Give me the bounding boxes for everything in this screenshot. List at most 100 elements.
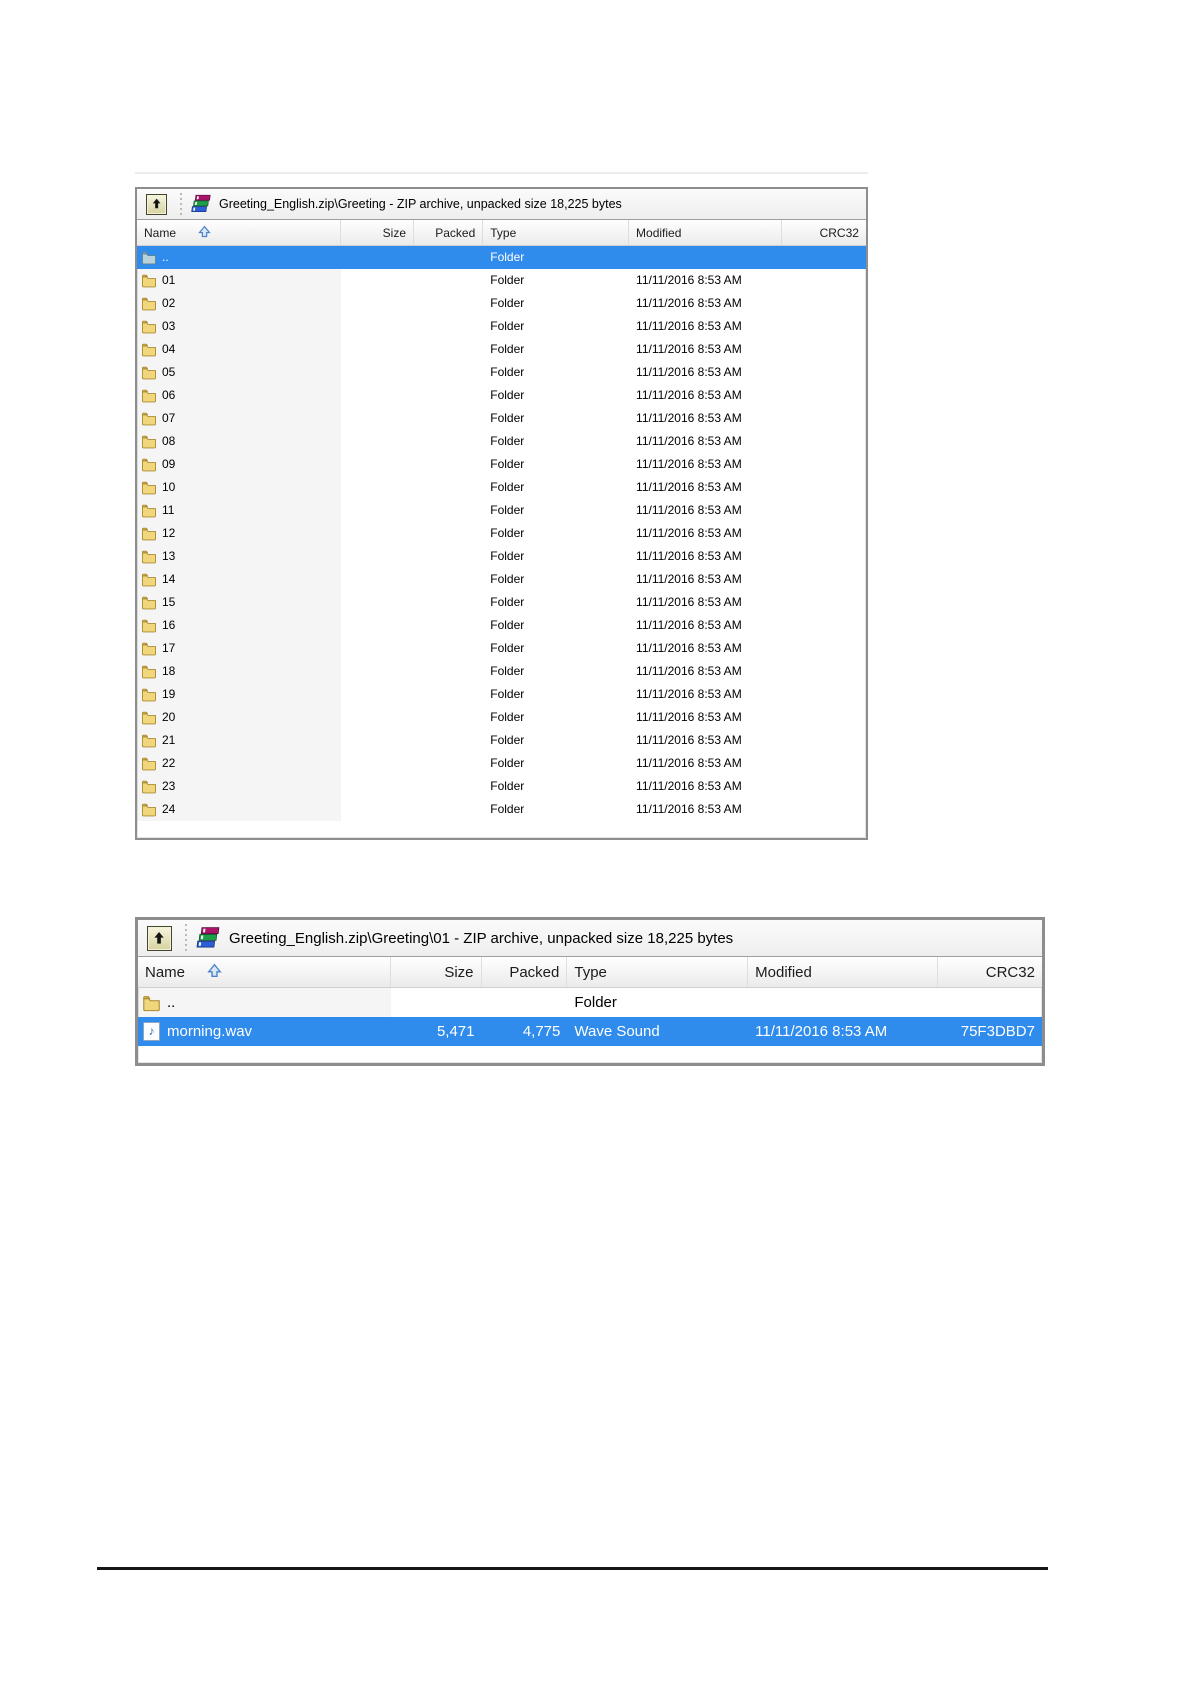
column-headers: Name Size Packed Type Modified CRC32 [137,220,866,246]
up-arrow-icon [154,931,165,944]
file-name-label: .. [167,994,176,1011]
file-row-01[interactable]: 01 Folder 11/11/2016 8:53 AM [137,269,866,292]
cell-modified: 11/11/2016 8:53 AM [636,296,742,310]
cell-size [341,660,414,683]
file-name-label: 18 [162,664,176,678]
up-one-level-button[interactable] [147,925,172,951]
folder-icon [141,641,157,656]
cell-modified: 11/11/2016 8:53 AM [636,319,742,333]
file-row-14[interactable]: 14 Folder 11/11/2016 8:53 AM [137,568,866,591]
file-row-06[interactable]: 06 Folder 11/11/2016 8:53 AM [137,384,866,407]
file-row-19[interactable]: 19 Folder 11/11/2016 8:53 AM [137,683,866,706]
file-row-20[interactable]: 20 Folder 11/11/2016 8:53 AM [137,706,866,729]
column-header-crc32[interactable]: CRC32 [938,957,1042,987]
file-row-22[interactable]: 22 Folder 11/11/2016 8:53 AM [137,752,866,775]
sort-ascending-icon [207,963,222,982]
cell-crc [782,338,866,361]
cell-size [341,499,414,522]
file-row-17[interactable]: 17 Folder 11/11/2016 8:53 AM [137,637,866,660]
cell-type: Folder [490,802,525,816]
cell-type: Folder [490,250,525,264]
file-row-07[interactable]: 07 Folder 11/11/2016 8:53 AM [137,407,866,430]
column-header-name[interactable]: Name [138,957,392,987]
column-header-type[interactable]: Type [483,220,630,245]
folder-icon [141,756,157,771]
cell-packed [414,292,483,315]
cell-modified [629,246,782,269]
file-name-label: 16 [162,618,176,632]
file-name-label: 22 [162,756,176,770]
cell-crc [782,453,866,476]
file-row-09[interactable]: 09 Folder 11/11/2016 8:53 AM [137,453,866,476]
column-header-modified[interactable]: Modified [629,220,783,245]
file-row-08[interactable]: 08 Folder 11/11/2016 8:53 AM [137,430,866,453]
up-one-level-button[interactable] [146,193,167,215]
cell-name: 12 [137,522,342,545]
cell-type: Folder [490,319,525,333]
cell-packed [414,591,483,614]
toolbar-grip [184,924,187,952]
file-row-11[interactable]: 11 Folder 11/11/2016 8:53 AM [137,499,866,522]
column-header-modified[interactable]: Modified [748,957,938,987]
cell-packed: 4,775 [522,1023,561,1040]
file-list: .. Folder ♪ morning.wav 5,471 4,775 Wave Sound… [138,988,1042,1046]
file-name-label: 23 [162,779,176,793]
cell-modified: 11/11/2016 8:53 AM [636,664,742,678]
file-name-label: 11 [162,503,175,517]
column-header-size[interactable]: Size [391,957,482,987]
cell-packed [414,269,483,292]
cell-name: 23 [137,775,342,798]
file-row-02[interactable]: 02 Folder 11/11/2016 8:53 AM [137,292,866,315]
cell-type: Folder [490,434,525,448]
file-row-13[interactable]: 13 Folder 11/11/2016 8:53 AM [137,545,866,568]
file-row-23[interactable]: 23 Folder 11/11/2016 8:53 AM [137,775,866,798]
file-row-morning.wav[interactable]: ♪ morning.wav 5,471 4,775 Wave Sound 11/11/20… [138,1017,1042,1046]
cell-size [341,292,414,315]
file-name-label: 21 [162,733,176,747]
file-row-16[interactable]: 16 Folder 11/11/2016 8:53 AM [137,614,866,637]
file-name-label: 20 [162,710,176,724]
file-row-15[interactable]: 15 Folder 11/11/2016 8:53 AM [137,591,866,614]
file-row-04[interactable]: 04 Folder 11/11/2016 8:53 AM [137,338,866,361]
file-row-..[interactable]: .. Folder [137,246,866,269]
cell-modified: 11/11/2016 8:53 AM [636,733,742,747]
file-name-label: 17 [162,641,176,655]
cell-name: 01 [137,269,342,292]
file-row-10[interactable]: 10 Folder 11/11/2016 8:53 AM [137,476,866,499]
cell-name: 13 [137,545,342,568]
cell-packed [414,752,483,775]
column-header-packed[interactable]: Packed [414,220,484,245]
cell-crc [782,499,866,522]
file-row-18[interactable]: 18 Folder 11/11/2016 8:53 AM [137,660,866,683]
file-row-03[interactable]: 03 Folder 11/11/2016 8:53 AM [137,315,866,338]
folder-icon [141,365,157,380]
cell-name: 24 [137,798,342,821]
cell-modified: 11/11/2016 8:53 AM [636,480,742,494]
cell-name: 03 [137,315,342,338]
cell-type: Folder [490,595,525,609]
file-row-05[interactable]: 05 Folder 11/11/2016 8:53 AM [137,361,866,384]
column-header-name[interactable]: Name [137,220,342,245]
folder-icon [141,572,157,587]
file-row-21[interactable]: 21 Folder 11/11/2016 8:53 AM [137,729,866,752]
folder-icon [141,710,157,725]
column-header-crc32[interactable]: CRC32 [782,220,866,245]
cell-modified: 11/11/2016 8:53 AM [636,687,742,701]
file-row-12[interactable]: 12 Folder 11/11/2016 8:53 AM [137,522,866,545]
column-header-type[interactable]: Type [567,957,749,987]
list-empty-area [138,1046,1042,1063]
cell-type: Folder [490,664,525,678]
cell-size [341,361,414,384]
cell-size [341,476,414,499]
file-row-24[interactable]: 24 Folder 11/11/2016 8:53 AM [137,798,866,821]
cell-name: 08 [137,430,342,453]
cell-modified: 11/11/2016 8:53 AM [636,365,742,379]
file-name-label: 13 [162,549,176,563]
file-name-label: 12 [162,526,176,540]
cell-name: 11 [137,499,342,522]
cell-crc [782,384,866,407]
column-header-packed[interactable]: Packed [482,957,568,987]
cell-modified: 11/11/2016 8:53 AM [636,457,742,471]
file-row-..[interactable]: .. Folder [138,988,1042,1017]
column-header-size[interactable]: Size [341,220,414,245]
